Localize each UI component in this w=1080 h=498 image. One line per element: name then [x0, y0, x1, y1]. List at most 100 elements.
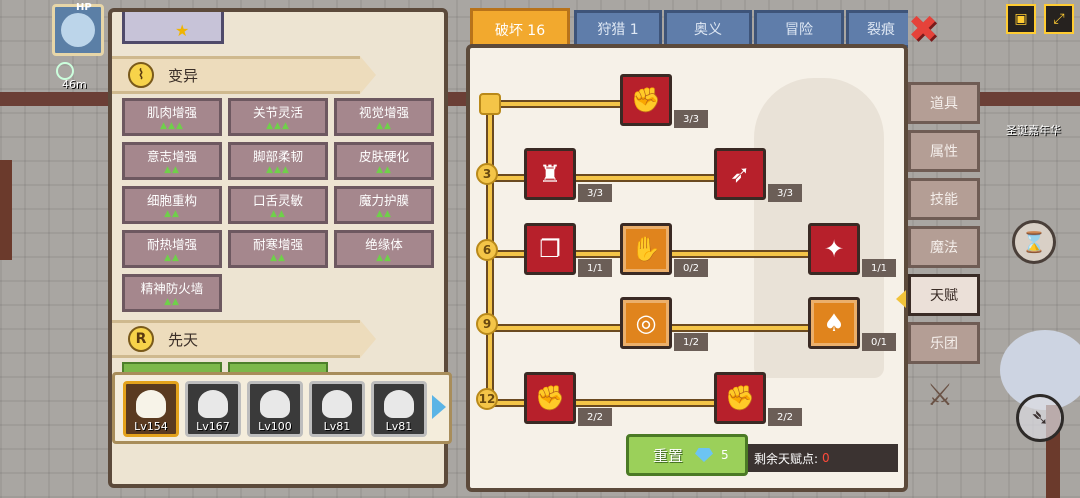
punch-hand-node[interactable]: ✋ [620, 223, 672, 275]
party-member-portrait[interactable]: Lv81 [309, 381, 365, 437]
talent-cell[interactable]: 脚部柔韧 ▲▲▲ [228, 142, 328, 180]
talent-cell[interactable]: 视觉增强 ▲▲ [334, 98, 434, 136]
tab-4[interactable]: 裂痕 [846, 10, 908, 48]
side-menu-button[interactable]: 魔法 [908, 226, 980, 268]
talent-level-arrows: ▲▲▲ [160, 121, 184, 131]
party-member-portrait[interactable]: Lv154 [123, 381, 179, 437]
tab-1[interactable]: 狩猎 1 [574, 10, 662, 48]
talent-level-arrows: ▲▲ [376, 209, 392, 219]
talent-cell[interactable]: 绝缘体 ▲▲ [334, 230, 434, 268]
fist-icon: ✊ [535, 384, 565, 412]
panel-top-tab[interactable]: ★ [122, 12, 224, 44]
fullscreen-icon[interactable]: ⤢ [1044, 4, 1074, 34]
node-count: 0/1 [862, 333, 896, 351]
talent-level-arrows: ▲▲ [270, 209, 286, 219]
shockwave-node[interactable]: ◎ [620, 297, 672, 349]
character-sprite [136, 390, 166, 418]
sword-attack-icon[interactable]: ⚔ [912, 370, 968, 420]
talent-cell[interactable]: 耐热增强 ▲▲ [122, 230, 222, 268]
tree-trunk [0, 160, 12, 260]
talent-name: 脚部柔韧 [252, 149, 303, 164]
party-member-portrait[interactable]: Lv81 [371, 381, 427, 437]
striking-fist-node[interactable]: ✊ [714, 372, 766, 424]
talent-level-arrows: ▲▲ [376, 121, 392, 131]
avatar-face [61, 13, 95, 47]
node-count: 3/3 [578, 184, 612, 202]
impact-blast-node[interactable]: ✦ [808, 223, 860, 275]
talent-cell[interactable]: 关节灵活 ▲▲▲ [228, 98, 328, 136]
tab-3[interactable]: 冒险 [754, 10, 844, 48]
talent-level-arrows: ▲▲ [270, 253, 286, 263]
bow-weapon-icon[interactable]: ➴ [1016, 394, 1064, 442]
node-count: 3/3 [768, 184, 802, 202]
talent-name: 魔力护膜 [358, 193, 409, 208]
talent-name: 视觉增强 [358, 105, 409, 120]
talent-name: 耐热增强 [146, 237, 197, 252]
node-count: 1/1 [862, 259, 896, 277]
card-swap-node[interactable]: ❐ [524, 223, 576, 275]
talent-name: 关节灵活 [252, 105, 303, 120]
fist-node[interactable]: ✊ [524, 372, 576, 424]
talent-name: 精神防火墙 [140, 281, 204, 296]
talent-level-arrows: ▲▲ [164, 253, 180, 263]
innate-section-label: 先天 [168, 330, 199, 349]
level-badge-3: 3 [476, 163, 498, 185]
party-member-portrait[interactable]: Lv167 [185, 381, 241, 437]
node-count: 2/2 [578, 408, 612, 426]
level-badge-6: 6 [476, 239, 498, 261]
arm-wrestle-icon: ✊ [631, 86, 661, 114]
hourglass-icon[interactable]: ⌛ [1012, 220, 1056, 264]
mutation-section-label: 变异 [168, 66, 199, 85]
reset-talents-button[interactable]: 重置 5 [626, 434, 748, 476]
close-icon[interactable]: ✖ [908, 12, 938, 48]
talent-cell[interactable]: 耐寒增强 ▲▲ [228, 230, 328, 268]
side-menu-button[interactable]: 乐团 [908, 322, 980, 364]
rarity-r-icon: R [128, 326, 154, 352]
reset-label: 重置 [653, 446, 684, 465]
arrow-strike-icon: ➶ [729, 160, 751, 188]
talent-level-arrows: ▲▲ [164, 165, 180, 175]
talent-level-arrows: ▲▲ [164, 297, 180, 307]
location-label: 圣诞嘉年华 [1006, 124, 1061, 137]
demon-wings-icon: ♠ [823, 309, 845, 337]
talent-level-arrows: ▲▲▲ [266, 165, 290, 175]
talent-level-arrows: ▲▲▲ [266, 121, 290, 131]
character-sprite [322, 390, 352, 418]
star-icon: ★ [175, 21, 190, 40]
remaining-points-label: 剩余天赋点: [754, 451, 819, 466]
side-menu-button[interactable]: 天赋 [908, 274, 980, 316]
talent-level-arrows: ▲▲ [164, 209, 180, 219]
striking-fist-icon: ✊ [725, 384, 755, 412]
party-member-bar: Lv154 Lv167 Lv100 Lv81 Lv81 [112, 372, 452, 444]
side-menu-button[interactable]: 技能 [908, 178, 980, 220]
character-sprite [198, 390, 228, 418]
talent-cell[interactable]: 精神防火墙 ▲▲ [122, 274, 222, 312]
tab-2[interactable]: 奥义 [664, 10, 752, 48]
muscle-body-icon: ♜ [539, 160, 561, 188]
talent-name: 口舌灵敏 [252, 193, 303, 208]
tree-root-node [479, 93, 501, 115]
party-next-arrow-icon[interactable] [432, 395, 446, 419]
distance-readout: 46m [62, 78, 87, 91]
talent-cell[interactable]: 魔力护膜 ▲▲ [334, 186, 434, 224]
diamond-gem-icon [695, 448, 714, 462]
talent-cell[interactable]: 肌肉增强 ▲▲▲ [122, 98, 222, 136]
party-member-portrait[interactable]: Lv100 [247, 381, 303, 437]
remaining-talent-points: 剩余天赋点: 0 [748, 444, 898, 472]
character-sprite [260, 390, 290, 418]
innate-section-header: R 先天 [112, 320, 376, 358]
talent-cell[interactable]: 细胞重构 ▲▲ [122, 186, 222, 224]
arm-wrestle-node[interactable]: ✊ [620, 74, 672, 126]
arrow-strike-node[interactable]: ➶ [714, 148, 766, 200]
member-level: Lv81 [385, 420, 413, 433]
muscle-body-node[interactable]: ♜ [524, 148, 576, 200]
side-menu-button[interactable]: 道具 [908, 82, 980, 124]
talent-cell[interactable]: 口舌灵敏 ▲▲ [228, 186, 328, 224]
side-menu-button[interactable]: 属性 [908, 130, 980, 172]
talent-cell[interactable]: 皮肤硬化 ▲▲ [334, 142, 434, 180]
network-icon[interactable]: ▣ [1006, 4, 1036, 34]
demon-wings-node[interactable]: ♠ [808, 297, 860, 349]
member-level: Lv100 [258, 420, 292, 433]
talent-cell[interactable]: 意志增强 ▲▲ [122, 142, 222, 180]
node-count: 1/1 [578, 259, 612, 277]
